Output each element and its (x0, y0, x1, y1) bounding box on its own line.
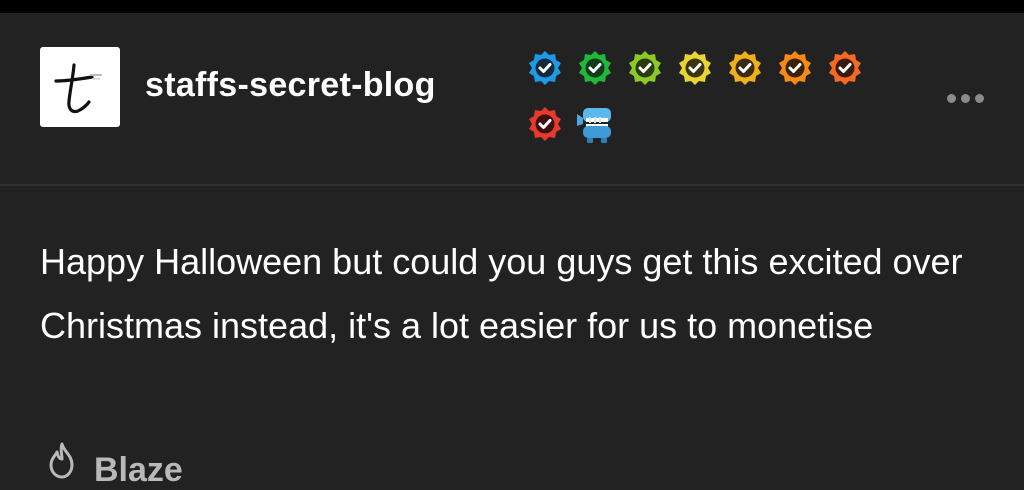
verified-checkmark-icon (529, 51, 561, 85)
flame-icon (49, 442, 74, 479)
more-options-dot (946, 93, 956, 103)
chattering-teeth-icon (577, 108, 611, 143)
verified-checkmark-icon (829, 51, 861, 85)
more-options-dot (974, 93, 984, 103)
blaze-label: Blaze (94, 451, 183, 489)
more-options-button[interactable] (940, 84, 990, 112)
verified-checkmark-icon (629, 51, 661, 85)
header-divider (0, 184, 1024, 186)
tumblr-t-logo-icon (54, 63, 102, 114)
blaze-button[interactable]: Blaze (42, 440, 183, 489)
verified-checkmark-icon (579, 51, 611, 85)
badge-cluster[interactable] (527, 50, 867, 146)
verified-checkmark-icon (779, 51, 811, 85)
status-bar-strip (0, 0, 1024, 13)
verified-checkmark-icon (679, 51, 711, 85)
blog-name-link[interactable]: staffs-secret-blog (145, 66, 436, 105)
post-body-text: Happy Halloween but could you guys get t… (40, 241, 963, 346)
verified-checkmark-icon (529, 107, 561, 141)
blog-avatar[interactable] (40, 47, 120, 127)
more-options-dot (960, 93, 970, 103)
verified-checkmark-icon (729, 51, 761, 85)
